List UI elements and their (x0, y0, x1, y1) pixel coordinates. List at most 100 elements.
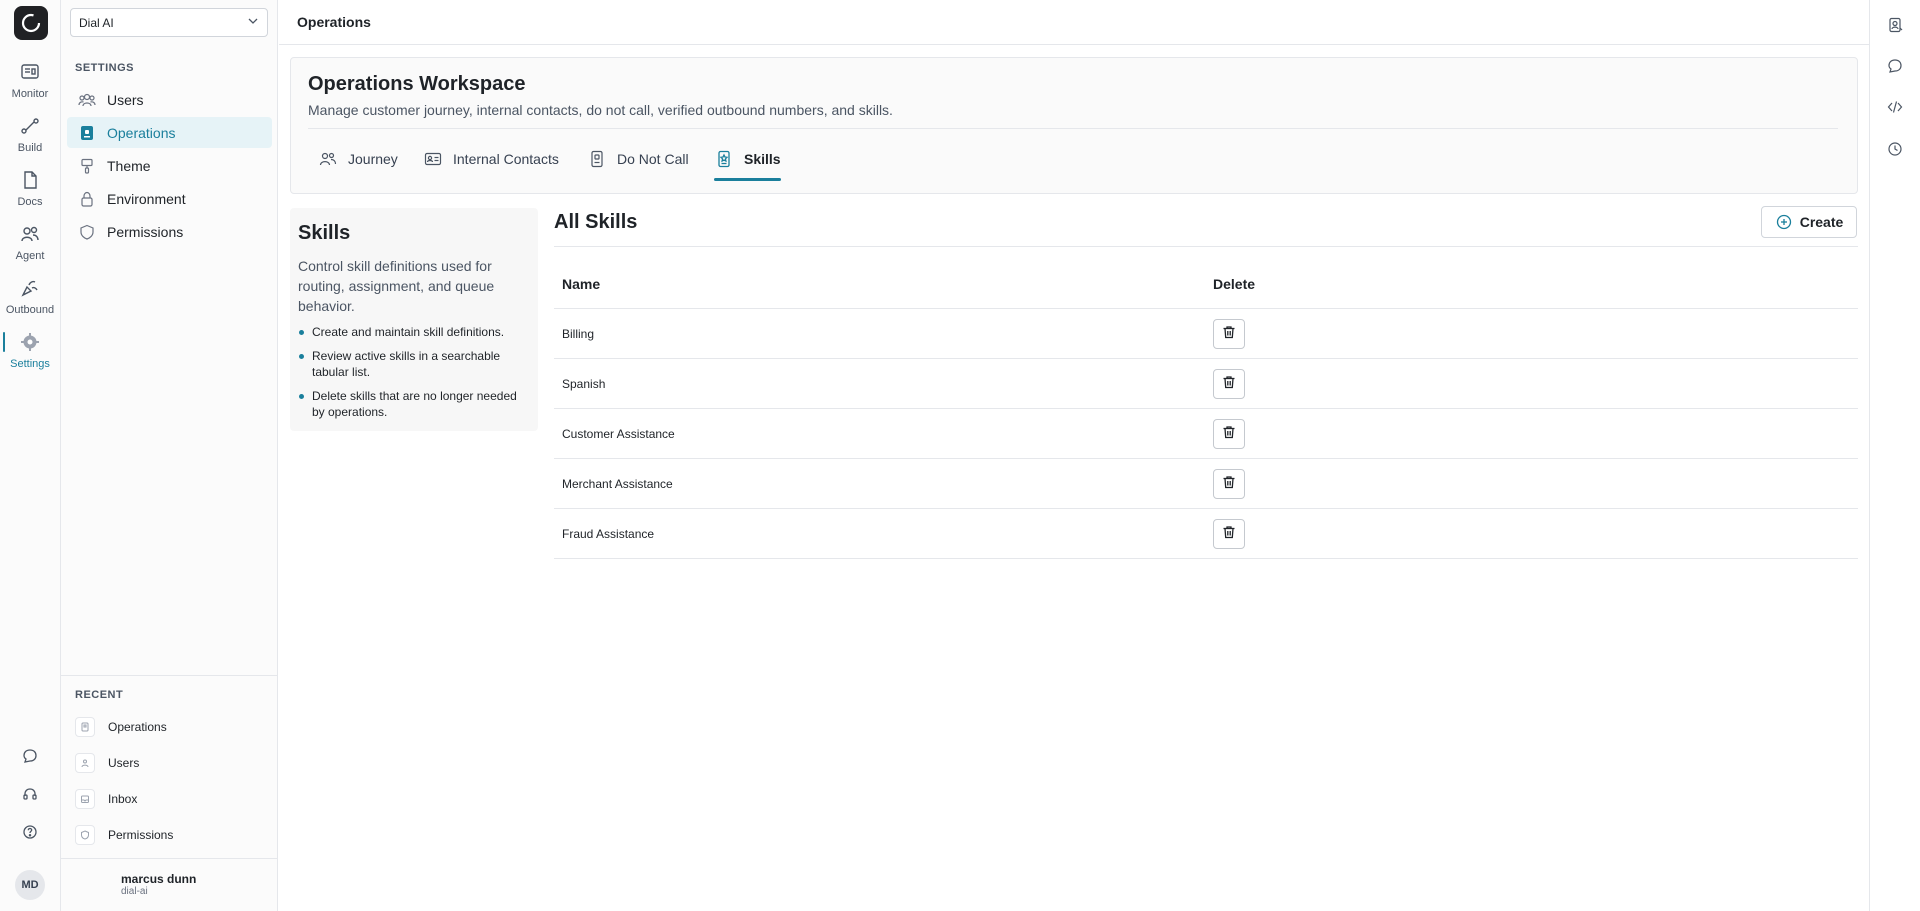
app-rail: Monitor Build Docs Agent Outbound Settin… (0, 0, 61, 911)
table-body: Billing Spanish Customer Assistance Merc… (554, 309, 1858, 559)
rail-headset-button[interactable] (0, 781, 60, 811)
sidebar-item-label: Environment (107, 190, 186, 207)
skill-name: Spanish (562, 377, 606, 391)
trash-icon (1222, 525, 1236, 544)
shield-icon (75, 825, 95, 845)
table-row: Billing (554, 309, 1858, 359)
skill-name: Fraud Assistance (562, 527, 655, 541)
code-button[interactable] (1884, 98, 1906, 120)
contact-book-button[interactable] (1884, 16, 1906, 38)
delete-skill-button[interactable] (1213, 419, 1245, 449)
table-row: Merchant Assistance (554, 459, 1858, 509)
chat-icon (22, 748, 38, 769)
table-header: Name Delete (554, 259, 1858, 309)
rail-help-button[interactable] (0, 819, 60, 849)
chevron-down-icon (247, 15, 259, 30)
table-row: Customer Assistance (554, 409, 1858, 459)
info-description: Control skill definitions used for routi… (298, 258, 495, 314)
tab-label: Skills (744, 151, 781, 167)
brush-icon (77, 156, 97, 176)
rail-label: Outbound (5, 304, 55, 316)
tab-label: Internal Contacts (453, 151, 559, 167)
rail-label: Agent (15, 250, 45, 262)
create-button-label: Create (1799, 214, 1844, 230)
tab-journey[interactable]: Journey (318, 143, 398, 175)
rail-monitor[interactable]: Monitor (0, 60, 60, 108)
build-icon (18, 114, 42, 138)
tab-internal-contacts[interactable]: Internal Contacts (423, 143, 559, 175)
tab-do-not-call[interactable]: Do Not Call (587, 143, 689, 175)
recent-item-label: Inbox (108, 792, 138, 806)
delete-skill-button[interactable] (1213, 369, 1245, 399)
outbound-icon (18, 276, 42, 300)
inbox-icon (75, 789, 95, 809)
app-logo[interactable] (14, 6, 48, 40)
workspace-description: Manage customer journey, internal contac… (308, 102, 893, 118)
sidebar-item-permissions[interactable]: Permissions (67, 216, 272, 247)
rail-label: Settings (10, 358, 50, 370)
monitor-icon (18, 60, 42, 84)
recent-heading: RECENT (75, 689, 124, 701)
delete-skill-button[interactable] (1213, 319, 1245, 349)
skills-icon (714, 149, 734, 169)
rail-build[interactable]: Build (0, 114, 60, 162)
recent-item-permissions[interactable]: Permissions (75, 822, 265, 848)
journey-icon (318, 149, 338, 169)
recent-item-label: Permissions (108, 828, 174, 842)
delete-skill-button[interactable] (1213, 469, 1245, 499)
sidebar-item-label: Permissions (107, 223, 184, 240)
org-selector[interactable]: Dial AI (70, 8, 268, 37)
delete-skill-button[interactable] (1213, 519, 1245, 549)
rail-chat-button[interactable] (0, 743, 60, 773)
sidebar-item-operations[interactable]: Operations (67, 117, 272, 148)
plus-circle-icon (1775, 213, 1793, 231)
org-selector-value: Dial AI (79, 15, 114, 30)
trash-icon (1222, 325, 1236, 344)
skills-table: Name Delete Billing Spanish Customer Ass… (554, 259, 1858, 559)
trash-icon (1222, 475, 1236, 494)
headset-icon (22, 786, 38, 807)
recent-item-operations[interactable]: Operations (75, 714, 265, 740)
tab-label: Journey (348, 151, 398, 167)
sidebar-item-label: Theme (107, 157, 151, 174)
list-divider (554, 246, 1858, 247)
sidebar-item-environment[interactable]: Environment (67, 183, 272, 214)
recent-item-inbox[interactable]: Inbox (75, 786, 265, 812)
rail-label: Build (17, 142, 43, 154)
workspace-header: Operations Workspace Manage customer jou… (290, 57, 1858, 194)
docs-icon (18, 168, 42, 192)
rail-settings[interactable]: Settings (0, 330, 60, 378)
rail-docs[interactable]: Docs (0, 168, 60, 216)
tab-label: Do Not Call (617, 151, 689, 167)
user-name: marcus dunn (121, 872, 197, 886)
avatar[interactable]: MD (15, 870, 45, 900)
operations-icon (75, 717, 95, 737)
history-button[interactable] (1884, 140, 1906, 162)
shield-icon (77, 222, 97, 242)
recent-item-users[interactable]: Users (75, 750, 265, 776)
users-icon (77, 90, 97, 110)
chat-bubble-icon (1887, 58, 1903, 79)
sidebar-divider (61, 858, 278, 859)
skill-name: Customer Assistance (562, 427, 675, 441)
column-header-delete: Delete (1213, 276, 1256, 292)
table-row: Spanish (554, 359, 1858, 409)
skill-name: Billing (562, 327, 595, 341)
rail-outbound[interactable]: Outbound (0, 276, 60, 324)
recent-item-label: Users (108, 756, 140, 770)
info-bullet: Create and maintain skill definitions. (298, 324, 530, 340)
chat-bubble-button[interactable] (1884, 57, 1906, 79)
right-rail (1869, 0, 1920, 911)
tab-skills[interactable]: Skills (714, 143, 781, 181)
settings-sidebar: Dial AI SETTINGS Users Operations Theme … (61, 0, 278, 911)
gear-icon (18, 330, 42, 354)
skill-name: Merchant Assistance (562, 477, 673, 491)
skills-info-card: Skills Control skill definitions used fo… (290, 208, 538, 431)
help-icon (22, 824, 38, 845)
sidebar-item-users[interactable]: Users (67, 84, 272, 115)
lock-icon (77, 189, 97, 209)
table-row: Fraud Assistance (554, 509, 1858, 559)
sidebar-item-theme[interactable]: Theme (67, 150, 272, 181)
rail-agent[interactable]: Agent (0, 222, 60, 270)
create-button[interactable]: Create (1761, 206, 1857, 238)
